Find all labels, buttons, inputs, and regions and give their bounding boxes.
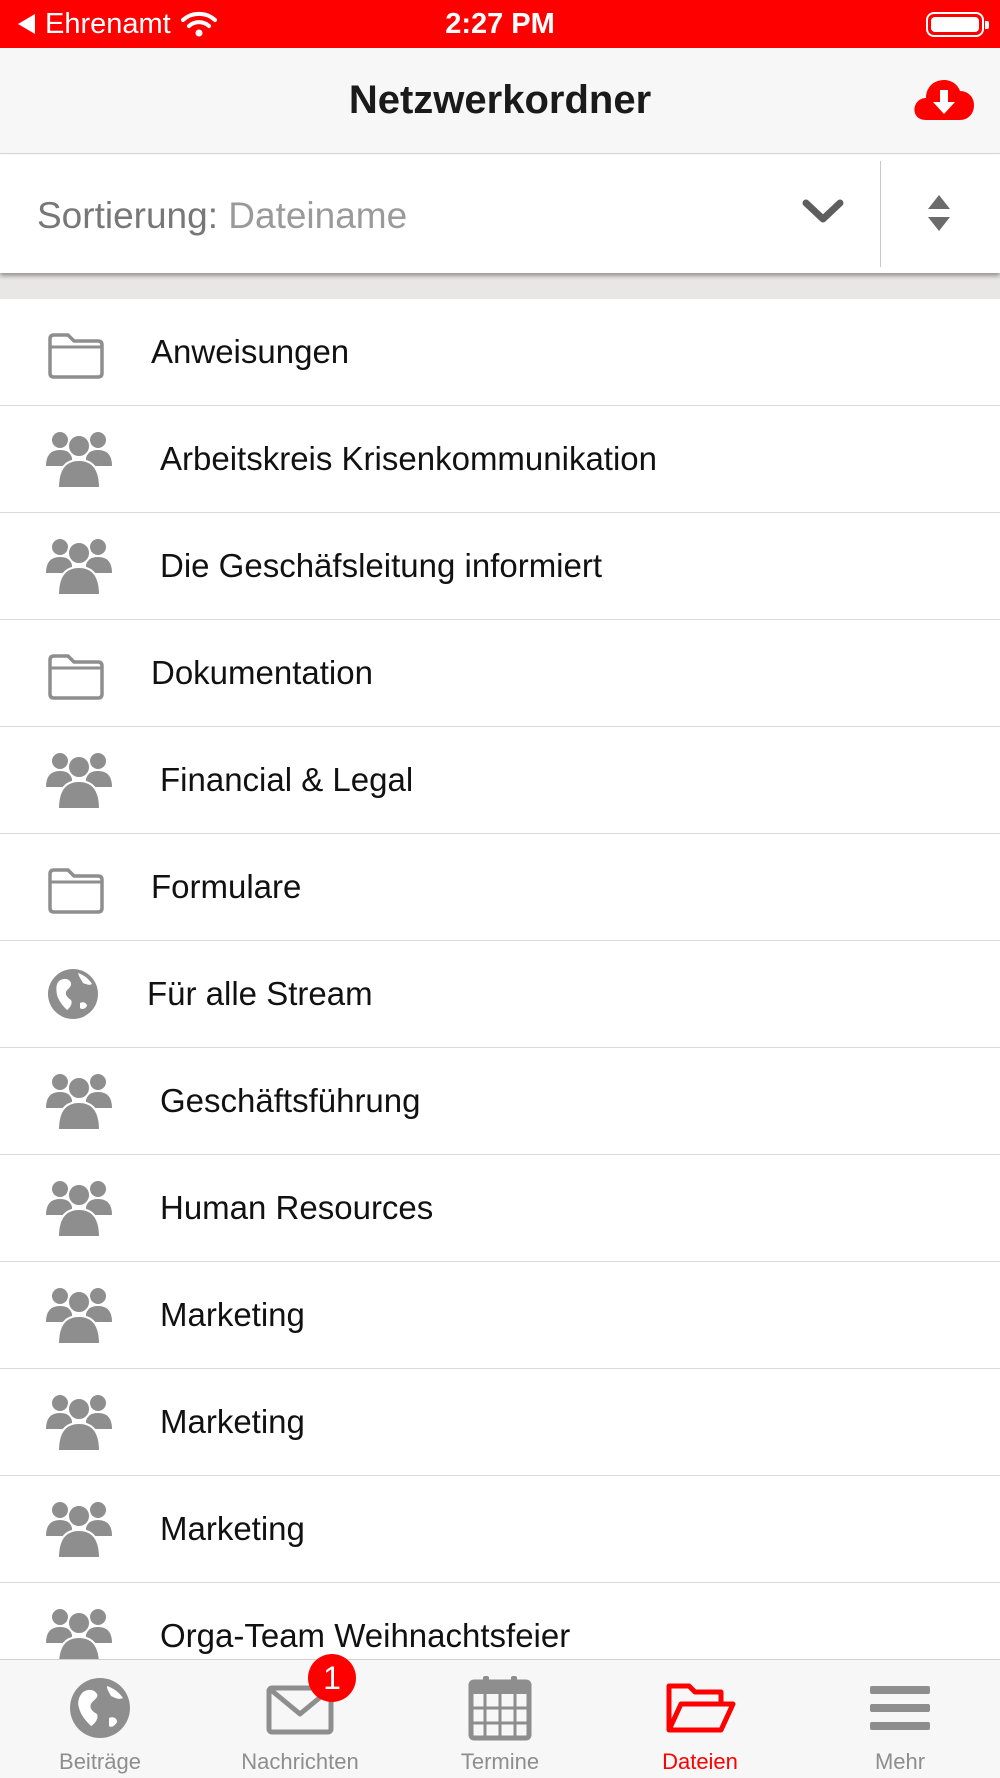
list-item-label: Financial & Legal <box>160 761 414 798</box>
globe-icon <box>70 1678 130 1738</box>
group-icon <box>46 1605 112 1666</box>
list-separator <box>0 273 1000 299</box>
cloud-download-icon[interactable] <box>912 74 976 124</box>
list-item[interactable]: Anweisungen <box>0 299 1000 406</box>
status-time: 2:27 PM <box>445 8 555 40</box>
group-icon <box>46 749 112 810</box>
list-item-label: Orga-Team Weihnachtsfeier <box>160 1617 571 1654</box>
list-item[interactable]: Marketing <box>0 1476 1000 1583</box>
group-icon <box>46 1498 112 1559</box>
list-item[interactable]: Die Geschäfsleitung informiert <box>0 513 1000 620</box>
tab-dateien[interactable]: Dateien <box>600 1660 800 1778</box>
tab-label: Beiträge <box>59 1749 141 1774</box>
unread-badge: 1 <box>308 1654 356 1702</box>
sort-value: Dateiname <box>228 195 408 236</box>
list-item[interactable]: Marketing <box>0 1262 1000 1369</box>
sort-bar: Sortierung: Dateiname <box>0 155 1000 273</box>
group-icon <box>46 1391 112 1452</box>
sort-label: Sortierung: <box>37 195 218 236</box>
folder-list: Anweisungen Arbeitskreis Krisenkommunikat… <box>0 299 1000 1690</box>
status-bar: Ehrenamt 2:27 PM <box>0 0 1000 48</box>
battery-icon <box>926 12 989 37</box>
list-item[interactable]: Marketing <box>0 1369 1000 1476</box>
sort-dropdown[interactable]: Sortierung: Dateiname <box>37 195 407 237</box>
navigation-bar: Netzwerkordner <box>0 48 1000 154</box>
sort-divider <box>880 161 881 267</box>
menu-icon <box>870 1686 930 1730</box>
list-item-label: Arbeitskreis Krisenkommunikation <box>160 440 658 477</box>
tab-label: Dateien <box>662 1749 738 1774</box>
folder-icon <box>46 864 112 916</box>
tab-label: Mehr <box>874 1749 926 1774</box>
chevron-down-icon[interactable] <box>802 197 844 227</box>
page-title: Netzwerkordner <box>348 78 652 122</box>
list-item[interactable]: Arbeitskreis Krisenkommunikation <box>0 406 1000 513</box>
folder-icon <box>46 329 112 381</box>
list-item[interactable]: Formulare <box>0 834 1000 941</box>
group-icon <box>46 1284 112 1345</box>
globe-icon <box>46 967 112 1019</box>
list-item-label: Die Geschäfsleitung informiert <box>160 547 603 584</box>
list-item-label: Marketing <box>160 1296 305 1333</box>
list-item-label: Human Resources <box>160 1189 434 1226</box>
group-icon <box>46 428 112 489</box>
calendar-icon <box>468 1676 532 1741</box>
list-item[interactable]: Human Resources <box>0 1155 1000 1262</box>
folder-open-icon <box>666 1683 736 1733</box>
list-item-label: Marketing <box>160 1403 305 1440</box>
list-item-label: Anweisungen <box>151 333 350 370</box>
tab-termine[interactable]: Termine <box>400 1660 600 1778</box>
tab-beitraege[interactable]: Beiträge <box>0 1660 200 1778</box>
list-item[interactable]: Für alle Stream <box>0 941 1000 1048</box>
list-item[interactable]: Geschäftsführung <box>0 1048 1000 1155</box>
tab-bar: Beiträge Nachrichten Termine Dateien Meh… <box>0 1659 1000 1778</box>
folder-icon <box>46 650 112 702</box>
list-item-label: Marketing <box>160 1510 305 1547</box>
tab-mehr[interactable]: Mehr <box>800 1660 1000 1778</box>
tab-nachrichten[interactable]: Nachrichten <box>200 1660 400 1778</box>
list-item[interactable]: Financial & Legal <box>0 727 1000 834</box>
group-icon <box>46 1177 112 1238</box>
group-icon <box>46 1070 112 1131</box>
list-item-label: Dokumentation <box>151 654 373 691</box>
tab-label: Termine <box>460 1749 540 1774</box>
tab-label: Nachrichten <box>241 1749 359 1774</box>
list-item-label: Für alle Stream <box>147 975 373 1012</box>
list-item-label: Geschäftsführung <box>160 1082 421 1119</box>
list-item[interactable]: Dokumentation <box>0 620 1000 727</box>
list-item-label: Formulare <box>151 868 302 905</box>
sort-order-icon[interactable] <box>926 191 952 235</box>
group-icon <box>46 535 112 596</box>
